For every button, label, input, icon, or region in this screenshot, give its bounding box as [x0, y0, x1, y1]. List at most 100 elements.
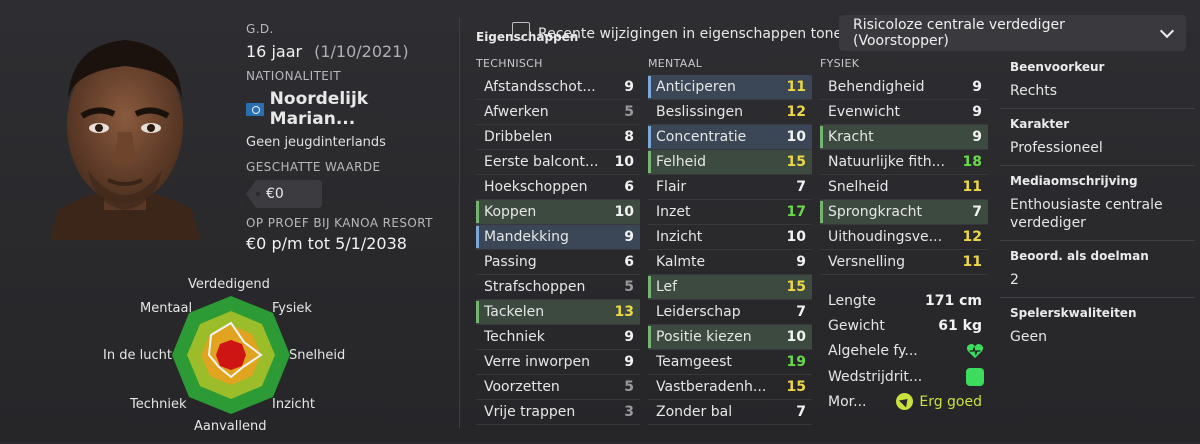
attribute-row[interactable]: Hoekschoppen 6	[476, 175, 640, 200]
goalkeeper-rating-value: 2	[1010, 272, 1019, 288]
radar-label-speed: Snelheid	[289, 348, 346, 363]
attribute-row[interactable]: Evenwicht 9	[820, 100, 988, 125]
morale-value: Erg goed	[919, 393, 982, 410]
attribute-value: 7	[796, 404, 806, 420]
attribute-row[interactable]: Afstandsschot... 9	[476, 75, 640, 100]
attribute-row[interactable]: Tackelen 13	[476, 300, 640, 325]
attribute-row[interactable]: Dribbelen 8	[476, 125, 640, 150]
attribute-name: Passing	[484, 254, 537, 270]
physical-header: FYSIEK	[820, 57, 860, 70]
weight-value: 61 kg	[938, 317, 982, 334]
attribute-name: Zonder bal	[656, 404, 733, 420]
attribute-row[interactable]: Uithoudingsve... 12	[820, 225, 988, 250]
attribute-row[interactable]: Mandekking 9	[476, 225, 640, 250]
attribute-name: Positie kiezen	[656, 329, 752, 345]
attribute-row[interactable]: Passing 6	[476, 250, 640, 275]
attribute-value: 5	[624, 379, 634, 395]
attribute-value: 8	[624, 129, 634, 145]
attribute-name: Kalmte	[656, 254, 706, 270]
attribute-name: Versnelling	[828, 254, 906, 270]
attribute-row[interactable]: Techniek 9	[476, 325, 640, 350]
nationality-label: NATIONALITEIT	[246, 69, 341, 83]
attribute-row[interactable]: Vastberadenh... 15	[648, 375, 812, 400]
media-value: Enthousiaste centrale verdediger	[1010, 197, 1163, 231]
attribute-row[interactable]: Concentratie 10	[648, 125, 812, 150]
attribute-value: 17	[786, 204, 806, 220]
attribute-value: 11	[786, 79, 806, 95]
attribute-row[interactable]: Beslissingen 12	[648, 100, 812, 125]
attribute-value: 9	[624, 354, 634, 370]
attribute-row[interactable]: Behendigheid 9	[820, 75, 988, 100]
technical-list: Afstandsschot... 9 Afwerken 5 Dribbelen 8 Eers…	[476, 75, 640, 425]
attribute-value: 9	[624, 229, 634, 245]
fitness-row[interactable]: Algehele fy...	[820, 339, 988, 364]
attribute-row[interactable]: Eerste balcont... 10	[476, 150, 640, 175]
role-dropdown-value: Risicoloze centrale verdediger (Voorstop…	[853, 17, 1065, 49]
recent-changes-checkbox[interactable]	[512, 22, 530, 40]
heart-icon	[966, 344, 984, 359]
attribute-value: 6	[624, 179, 634, 195]
mental-column: MENTAAL Anticiperen 11 Beslissingen 12 Conce…	[648, 57, 812, 425]
attribute-row[interactable]: Versnelling 11	[820, 250, 988, 275]
attribute-row[interactable]: Koppen 10	[476, 200, 640, 225]
attribute-name: Inzet	[656, 204, 691, 220]
attribute-value: 10	[614, 204, 634, 220]
attribute-value: 10	[786, 329, 806, 345]
attribute-row[interactable]: Inzet 17	[648, 200, 812, 225]
morale-arrow-icon	[896, 393, 914, 411]
dob-value: (1/10/2021)	[314, 42, 409, 61]
value-tag: €0	[246, 180, 322, 208]
age-row: 16 jaar (1/10/2021)	[246, 42, 456, 61]
attribute-value: 9	[624, 79, 634, 95]
attribute-row[interactable]: Vrije trappen 3	[476, 400, 640, 425]
attribute-row[interactable]: Kracht 9	[820, 125, 988, 150]
attribute-row[interactable]: Sprongkracht 7	[820, 200, 988, 225]
attribute-row[interactable]: Felheid 15	[648, 150, 812, 175]
match-fitness-row[interactable]: Wedstrijdrit...	[820, 364, 988, 389]
attribute-name: Voorzetten	[484, 379, 560, 395]
attribute-value: 18	[962, 154, 982, 170]
recent-changes-label[interactable]: Recente wijzigingen in eigenschappen ton…	[538, 26, 851, 42]
height-label: Lengte	[828, 292, 877, 309]
morale-indicator: Erg goed	[896, 393, 988, 411]
morale-row[interactable]: Mor... Erg goed	[820, 389, 988, 414]
attribute-row[interactable]: Leiderschap 7	[648, 300, 812, 325]
player-profile-panel: G.D. 16 jaar (1/10/2021) NATIONALITEIT N…	[0, 0, 1200, 442]
attribute-row[interactable]: Teamgeest 19	[648, 350, 812, 375]
player-traits-section: Spelerskwaliteiten Geen	[1000, 297, 1195, 354]
attribute-row[interactable]: Verre inworpen 9	[476, 350, 640, 375]
attribute-row[interactable]: Anticiperen 11	[648, 75, 812, 100]
preferred-foot-value: Rechts	[1010, 83, 1058, 99]
media-section: Mediaomschrijving Enthousiaste centrale …	[1000, 165, 1195, 240]
attribute-value: 10	[786, 129, 806, 145]
player-traits-value: Geen	[1010, 329, 1047, 345]
media-title: Mediaomschrijving	[1010, 174, 1138, 188]
attribute-value: 9	[624, 329, 634, 345]
weight-label: Gewicht	[828, 317, 885, 334]
attribute-name: Uithoudingsve...	[828, 229, 943, 245]
nationality-link[interactable]: Noordelijk Marian...	[246, 89, 456, 129]
attribute-row[interactable]: Positie kiezen 10	[648, 325, 812, 350]
role-dropdown[interactable]: Risicoloze centrale verdediger (Voorstop…	[839, 15, 1186, 51]
attribute-row[interactable]: Voorzetten 5	[476, 375, 640, 400]
radar-label-technique: Techniek	[130, 397, 187, 412]
match-fitness-label: Wedstrijdrit...	[828, 368, 923, 385]
attribute-row[interactable]: Inzicht 10	[648, 225, 812, 250]
dob-label: G.D.	[246, 22, 274, 36]
attribute-name: Afstandsschot...	[484, 79, 596, 95]
value-amount: €0	[266, 186, 284, 202]
attribute-row[interactable]: Lef 15	[648, 275, 812, 300]
attribute-row[interactable]: Strafschoppen 5	[476, 275, 640, 300]
attribute-row[interactable]: Flair 7	[648, 175, 812, 200]
player-portrait	[30, 20, 220, 240]
attribute-name: Kracht	[828, 129, 874, 145]
attribute-value: 15	[786, 279, 806, 295]
attribute-row[interactable]: Kalmte 9	[648, 250, 812, 275]
attribute-row[interactable]: Natuurlijke fith... 18	[820, 150, 988, 175]
attribute-row[interactable]: Snelheid 11	[820, 175, 988, 200]
attribute-name: Sprongkracht	[828, 204, 923, 220]
attribute-row[interactable]: Zonder bal 7	[648, 400, 812, 425]
attribute-name: Strafschoppen	[484, 279, 586, 295]
attribute-value: 7	[796, 179, 806, 195]
attribute-row[interactable]: Afwerken 5	[476, 100, 640, 125]
